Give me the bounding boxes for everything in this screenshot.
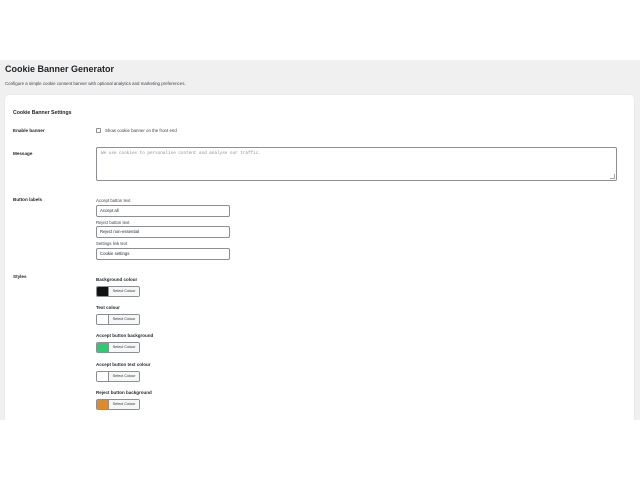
- select-colour-button[interactable]: Select Colour: [109, 287, 139, 296]
- page-title: Cookie Banner Generator: [5, 64, 115, 74]
- accept-button-background-picker[interactable]: Select Colour: [96, 342, 140, 353]
- reject-button-background-picker[interactable]: Select Colour: [96, 399, 140, 410]
- color-swatch[interactable]: [97, 343, 109, 352]
- reject-button-background-label: Reject button background: [96, 390, 152, 395]
- accept-button-text-label: Accept button text: [96, 198, 131, 203]
- reject-button-text-input[interactable]: Reject non-essential: [96, 226, 230, 238]
- enable-banner-label: Enable banner: [13, 128, 45, 133]
- color-swatch[interactable]: [97, 400, 109, 409]
- admin-content-area: Cookie Banner Generator Configure a simp…: [0, 60, 640, 420]
- button-labels-label: Button labels: [13, 197, 43, 202]
- styles-label: Styles: [13, 274, 27, 279]
- accept-button-background-label: Accept button background: [96, 333, 154, 338]
- accept-button-text-input[interactable]: Accept all: [96, 205, 230, 217]
- select-colour-button[interactable]: Select Colour: [109, 315, 139, 324]
- accept-button-text-colour-label: Accept button text colour: [96, 362, 151, 367]
- color-swatch[interactable]: [97, 372, 109, 381]
- page-description: Configure a simple cookie consent banner…: [5, 81, 186, 86]
- message-label: Message: [13, 151, 33, 156]
- enable-banner-checkbox[interactable]: [96, 128, 101, 133]
- message-placeholder: We use cookies to personalise content an…: [101, 151, 261, 156]
- text-colour-label: Text colour: [96, 305, 120, 310]
- settings-link-text-input[interactable]: Cookie settings: [96, 248, 230, 260]
- enable-banner-checkbox-label[interactable]: Show cookie banner on the front end: [105, 128, 177, 133]
- select-colour-button[interactable]: Select Colour: [109, 400, 139, 409]
- resize-handle[interactable]: [610, 174, 615, 179]
- message-textarea[interactable]: We use cookies to personalise content an…: [96, 147, 617, 181]
- reject-button-text-label: Reject button text: [96, 220, 130, 225]
- settings-card: Cookie Banner Settings Enable banner Sho…: [5, 95, 634, 420]
- text-colour-picker[interactable]: Select Colour: [96, 314, 140, 325]
- section-title: Cookie Banner Settings: [13, 110, 72, 116]
- accept-button-text-colour-picker[interactable]: Select Colour: [96, 371, 140, 382]
- select-colour-button[interactable]: Select Colour: [109, 343, 139, 352]
- color-swatch[interactable]: [97, 287, 109, 296]
- color-swatch[interactable]: [97, 315, 109, 324]
- select-colour-button[interactable]: Select Colour: [109, 372, 139, 381]
- background-colour-label: Background colour: [96, 277, 138, 282]
- background-colour-picker[interactable]: Select Colour: [96, 286, 140, 297]
- settings-link-text-label: Settings link text: [96, 241, 128, 246]
